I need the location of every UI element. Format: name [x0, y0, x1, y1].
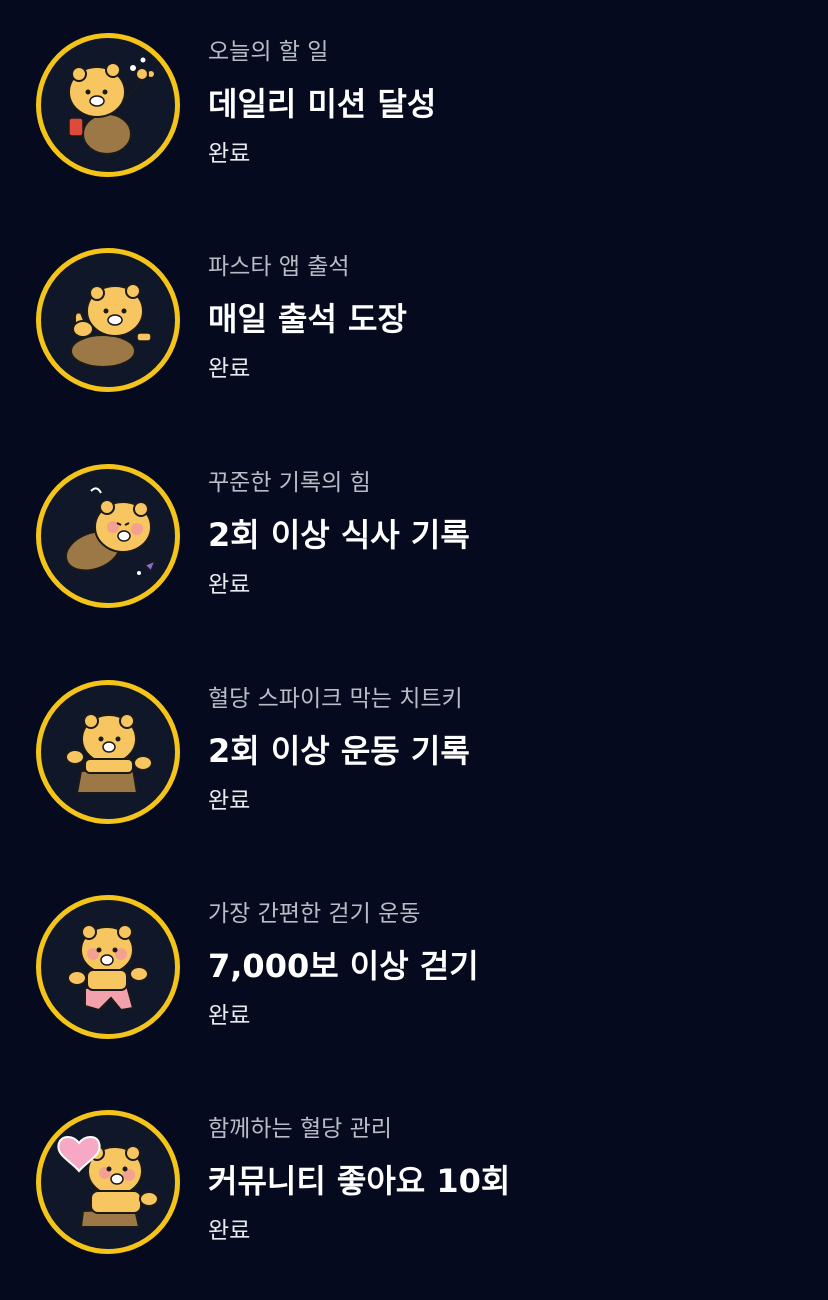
bear-dancing-icon	[68, 57, 154, 155]
mission-subtitle: 혈당 스파이크 막는 치트키	[208, 686, 463, 712]
mission-title: 2회 이상 식사 기록	[208, 516, 470, 554]
mission-badge	[36, 895, 180, 1039]
mission-item[interactable]: 오늘의 할 일 데일리 미션 달성 완료	[0, 33, 828, 223]
mission-item[interactable]: 가장 간편한 걷기 운동 7,000보 이상 걷기 완료	[0, 895, 828, 1085]
bear-thumbs-up-icon	[70, 283, 152, 368]
mission-title: 7,000보 이상 걷기	[208, 947, 479, 985]
mission-badge	[36, 464, 180, 608]
mission-badge	[36, 248, 180, 392]
mission-subtitle: 함께하는 혈당 관리	[208, 1116, 392, 1142]
bear-rolling-icon	[64, 487, 157, 575]
mission-status: 완료	[208, 356, 251, 382]
mission-item[interactable]: 파스타 앱 출석 매일 출석 도장 완료	[0, 248, 828, 438]
mission-title: 데일리 미션 달성	[208, 85, 437, 123]
mission-subtitle: 오늘의 할 일	[208, 39, 329, 65]
mission-status: 완료	[208, 141, 251, 167]
mission-subtitle: 가장 간편한 걷기 운동	[208, 901, 421, 927]
mission-subtitle: 파스타 앱 출석	[208, 254, 350, 280]
mission-badge	[36, 33, 180, 177]
mission-status: 완료	[208, 1003, 251, 1029]
mission-title: 매일 출석 도장	[208, 300, 407, 338]
mission-title: 커뮤니티 좋아요 10회	[208, 1162, 511, 1200]
mission-item[interactable]: 꾸준한 기록의 힘 2회 이상 식사 기록 완료	[0, 464, 828, 654]
mission-status: 완료	[208, 788, 251, 814]
mission-subtitle: 꾸준한 기록의 힘	[208, 470, 371, 496]
bear-walking-icon	[67, 924, 149, 1012]
mission-item[interactable]: 혈당 스파이크 막는 치트키 2회 이상 운동 기록 완료	[0, 680, 828, 870]
mission-status: 완료	[208, 1218, 251, 1244]
bear-heart-icon	[57, 1136, 159, 1228]
mission-item[interactable]: 함께하는 혈당 관리 커뮤니티 좋아요 10회 완료	[0, 1110, 828, 1300]
mission-badge	[36, 680, 180, 824]
mission-status: 완료	[208, 572, 251, 598]
bear-exercise-icon	[65, 713, 153, 794]
mission-title: 2회 이상 운동 기록	[208, 732, 470, 770]
mission-badge	[36, 1110, 180, 1254]
